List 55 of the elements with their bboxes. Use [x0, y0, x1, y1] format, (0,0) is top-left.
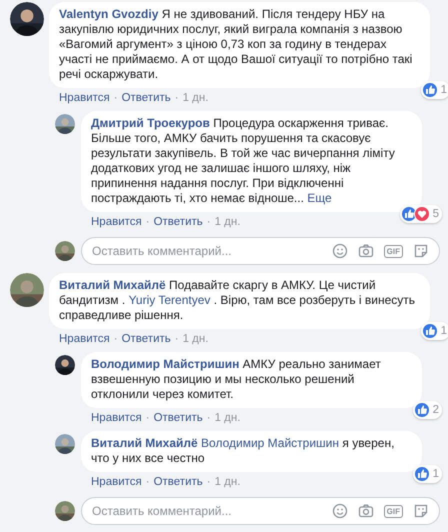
comment-text: Valentyn Gvozdiy Я не здивований. Після тендеру НБУ на закупівлю юридичних послуг, який виграла компанія з назвою «Вагомий аргумент» з ціною 0,73 коп за годину в тендерах участі не приймаємо. А от щодо Вашої ситуації то потрібно такі речі оскаржувати.: [59, 7, 414, 82]
reaction-count: 1: [440, 84, 447, 96]
smiley-icon[interactable]: [332, 503, 348, 519]
sticker-icon[interactable]: [413, 243, 429, 259]
timestamp[interactable]: 1 дн.: [182, 91, 208, 105]
separator-dot: ·: [174, 91, 179, 105]
action-link[interactable]: Нравится: [91, 215, 142, 229]
placeholder-text: Оставить комментарий...: [92, 504, 233, 518]
gif-button[interactable]: GIF: [384, 504, 403, 518]
action-link[interactable]: Ответить: [122, 91, 171, 105]
separator-dot: ·: [146, 475, 150, 489]
reaction-badge[interactable]: 1: [420, 81, 448, 99]
profile-link[interactable]: Володимир Майстришин: [201, 436, 340, 450]
comment-input[interactable]: Оставить комментарий... GIF: [81, 237, 440, 265]
action-link[interactable]: Ответить: [122, 332, 171, 346]
action-link[interactable]: Ответить: [154, 475, 203, 489]
reaction-count: 1: [432, 468, 439, 480]
gif-button[interactable]: GIF: [384, 244, 403, 258]
separator-dot: ·: [206, 215, 211, 229]
comment-input[interactable]: Оставить комментарий... GIF: [81, 497, 440, 525]
smiley-icon[interactable]: [332, 243, 348, 259]
separator-dot: ·: [174, 332, 179, 346]
camera-icon[interactable]: [358, 243, 374, 259]
reaction-count: 5: [432, 208, 439, 220]
action-link[interactable]: Ответить: [154, 215, 203, 229]
separator-dot: ·: [146, 411, 150, 425]
comment-text: Виталий Михайлё Подавайте скаргу в АМКУ. Це чистий бандитизм . Yuriy Terentyev . Вірю, там все розберуть і винесуть справедливе рішення.: [59, 278, 416, 323]
reaction-badge[interactable]: 2: [412, 401, 442, 419]
placeholder-text: Оставить комментарий...: [92, 244, 233, 258]
action-link[interactable]: Ответить: [154, 411, 203, 425]
timestamp[interactable]: 1 дн.: [214, 475, 240, 489]
separator-dot: ·: [206, 475, 211, 489]
profile-link[interactable]: Yuriy Terentyev: [128, 293, 210, 307]
sticker-icon[interactable]: [413, 503, 429, 519]
comment-text: Дмитрий Троекуров Процедура оскарження триває. Більше того, АМКУ бачить порушення та скасовує результати закупівель. В той же час вичерпання ліміту додаткових угод не залишає іншого шляху, ніж припинення надання послуг. При відключенні постраждають ті, хто немає відноше... Еще: [91, 116, 396, 206]
separator-dot: ·: [146, 215, 150, 229]
separator-dot: ·: [206, 411, 211, 425]
action-link[interactable]: Нравится: [91, 411, 142, 425]
action-link[interactable]: Нравится: [59, 91, 110, 105]
separator-dot: ·: [114, 332, 118, 346]
action-link[interactable]: Нравится: [59, 332, 110, 346]
action-link[interactable]: Нравится: [91, 475, 142, 489]
reaction-badge[interactable]: 1: [420, 322, 448, 340]
reaction-badge[interactable]: 5: [400, 205, 442, 223]
reaction-count: 2: [432, 404, 439, 416]
reaction-badge[interactable]: 1: [412, 465, 442, 483]
separator-dot: ·: [114, 91, 118, 105]
reaction-count: 1: [440, 325, 447, 337]
timestamp[interactable]: 1 дн.: [214, 215, 240, 229]
camera-icon[interactable]: [358, 503, 374, 519]
more-link[interactable]: Еще: [307, 191, 332, 205]
timestamp[interactable]: 1 дн.: [214, 411, 240, 425]
comment-text: Виталий Михайлё Володимир Майстришин я уверен, что у них все честно: [91, 436, 396, 466]
timestamp[interactable]: 1 дн.: [182, 332, 208, 346]
comment-text: Володимир Майстришин АМКУ реально занимает взвешенную позицию и мы несколько решений отклонили через комитет.: [91, 357, 382, 402]
